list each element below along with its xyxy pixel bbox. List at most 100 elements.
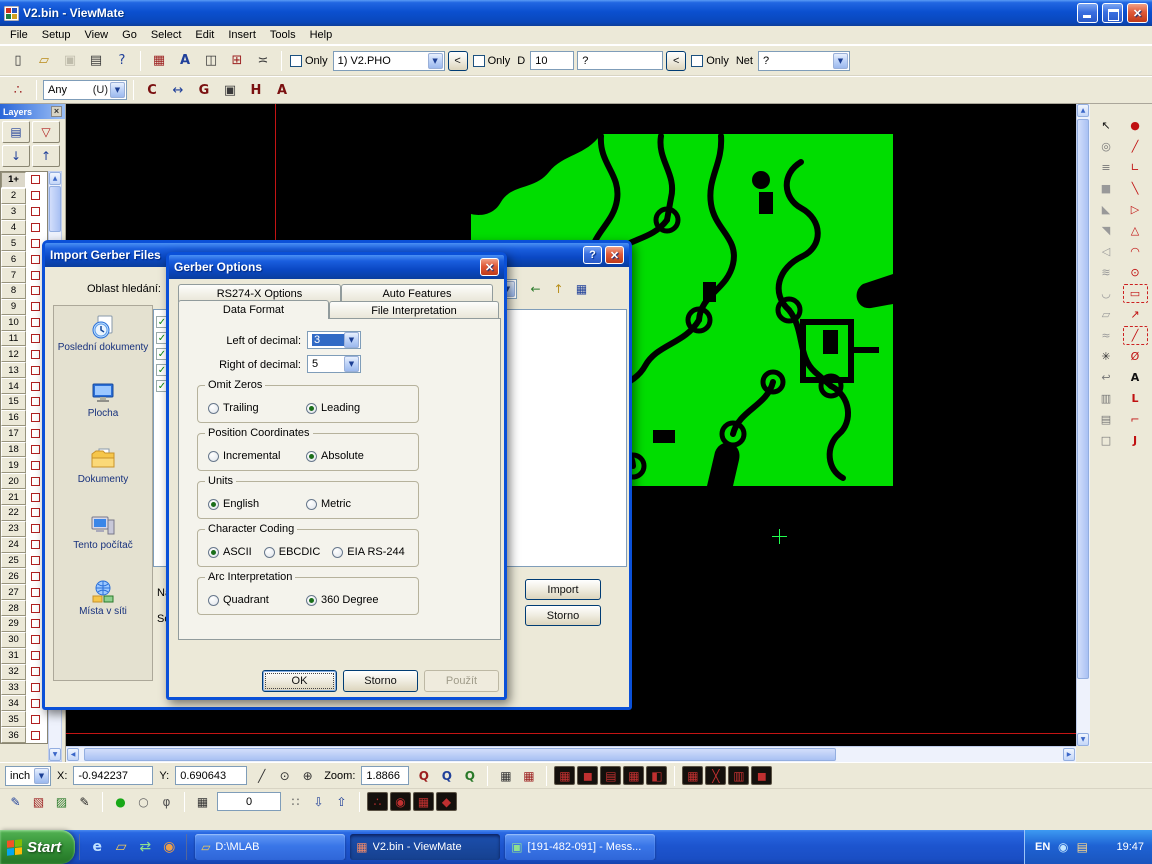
radio-trailing[interactable]: Trailing xyxy=(208,402,294,414)
radio-leading[interactable]: Leading xyxy=(306,402,392,414)
film-box-icon[interactable]: ⊞ xyxy=(225,50,249,72)
radio-english[interactable]: English xyxy=(208,498,294,510)
layer-color-swatch[interactable] xyxy=(31,429,40,438)
layer-row-5[interactable]: 5 xyxy=(1,235,47,251)
scroll-down-icon[interactable]: ▼ xyxy=(49,748,61,761)
menu-item-insert[interactable]: Insert xyxy=(221,27,263,43)
dcode-g-icon[interactable]: G xyxy=(192,79,216,101)
dcode-j-icon[interactable]: J xyxy=(1123,431,1148,450)
vertical-scroll-thumb[interactable] xyxy=(1077,119,1089,679)
pad-pattern-3-icon[interactable]: ▦ xyxy=(413,792,434,811)
radio-icon[interactable] xyxy=(306,499,317,510)
curve-icon[interactable]: ≈ xyxy=(1094,326,1119,345)
layer-row-4[interactable]: 4 xyxy=(1,220,47,236)
radio-360-degree[interactable]: 360 Degree xyxy=(306,594,392,606)
empty-box-icon[interactable]: □ xyxy=(1094,431,1119,450)
layer-color-swatch[interactable] xyxy=(31,572,40,581)
film-3-icon[interactable]: ▤ xyxy=(600,766,621,785)
layer-color-swatch[interactable] xyxy=(31,604,40,613)
layer-row-16[interactable]: 16 xyxy=(1,410,47,426)
flash-pad-icon[interactable]: ● xyxy=(1123,116,1148,135)
radio-ebcdic[interactable]: EBCDIC xyxy=(264,546,321,558)
view-menu-icon[interactable]: ▦ xyxy=(571,279,592,298)
radio-selected-icon[interactable] xyxy=(208,499,219,510)
layer-color-swatch[interactable] xyxy=(31,175,40,184)
layer-row-20[interactable]: 20 xyxy=(1,473,47,489)
draw-rectangle-icon[interactable]: ▭ xyxy=(1123,284,1148,303)
palette-icon[interactable]: ▨ xyxy=(51,792,72,811)
units-combo[interactable]: inch ▼ xyxy=(5,766,51,786)
stretch-icon[interactable]: ↔ xyxy=(166,79,190,101)
layer-row-10[interactable]: 10 xyxy=(1,315,47,331)
layer-color-swatch[interactable] xyxy=(31,207,40,216)
pad-pattern-1-icon[interactable]: ∴ xyxy=(367,792,388,811)
anchor-down-icon[interactable]: ⇩ xyxy=(308,792,329,811)
back-folder-icon[interactable]: ← xyxy=(525,279,546,298)
menu-item-go[interactable]: Go xyxy=(115,27,144,43)
layer-color-swatch[interactable] xyxy=(31,651,40,660)
layer-color-swatch[interactable] xyxy=(31,302,40,311)
neg-2-icon[interactable]: ╳ xyxy=(705,766,726,785)
help-pointer-icon[interactable]: ? xyxy=(110,50,134,72)
right-of-decimal-combo[interactable]: 5 ▼ xyxy=(307,355,361,373)
zoom-extents-icon[interactable]: Q xyxy=(459,766,480,785)
layer-row-32[interactable]: 32 xyxy=(1,664,47,680)
scroll-left-icon[interactable]: ◀ xyxy=(67,748,79,761)
gerber-cancel-button[interactable]: Storno xyxy=(343,670,418,692)
place-documents[interactable]: Dokumenty xyxy=(54,446,152,508)
select-cursor-icon[interactable]: ↖ xyxy=(1094,116,1119,135)
layer-color-swatch[interactable] xyxy=(31,556,40,565)
null-diameter-icon[interactable]: Ø xyxy=(1123,347,1148,366)
menu-item-select[interactable]: Select xyxy=(144,27,189,43)
layer-color-swatch[interactable] xyxy=(31,540,40,549)
previous-layer-button[interactable]: < xyxy=(448,51,468,71)
radio-icon[interactable] xyxy=(208,451,219,462)
dcode-input[interactable]: 10 xyxy=(530,51,574,70)
layer-row-13[interactable]: 13 xyxy=(1,362,47,378)
only-layer-toggle[interactable]: Only xyxy=(288,55,330,67)
radio-selected-icon[interactable] xyxy=(306,595,317,606)
dcode-filter-input[interactable]: ? xyxy=(577,51,663,70)
tab-file-interpretation[interactable]: File Interpretation xyxy=(329,301,499,319)
donut-pad-icon[interactable]: ◎ xyxy=(1094,137,1119,156)
layer-row-31[interactable]: 31 xyxy=(1,648,47,664)
only-dcode-checkbox[interactable] xyxy=(473,55,485,67)
layer-row-35[interactable]: 35 xyxy=(1,711,47,727)
mirror-icon[interactable]: ◁ xyxy=(1094,242,1119,261)
pad-box-icon[interactable]: ▣ xyxy=(218,79,242,101)
import-button[interactable]: Import xyxy=(525,579,601,600)
layer-row-17[interactable]: 17 xyxy=(1,426,47,442)
text-a-icon[interactable]: A xyxy=(1123,368,1148,387)
layer-color-swatch[interactable] xyxy=(31,461,40,470)
layer-row-33[interactable]: 33 xyxy=(1,680,47,696)
stack-icon[interactable]: ≡ xyxy=(1094,158,1119,177)
ready-light-icon[interactable]: ● xyxy=(110,792,131,811)
radio-eia-rs-244[interactable]: EIA RS-244 xyxy=(332,546,404,558)
previous-dcode-button[interactable]: < xyxy=(666,51,686,71)
zoom-window-icon[interactable]: Q xyxy=(436,766,457,785)
neg-4-icon[interactable]: ◼ xyxy=(751,766,772,785)
folder-quick-icon[interactable]: ▱ xyxy=(110,836,132,858)
minimize-button[interactable] xyxy=(1077,3,1098,23)
layer-filter-icon[interactable]: ▽ xyxy=(32,121,60,143)
radio-ascii[interactable]: ASCII xyxy=(208,546,252,558)
arc-segment-icon[interactable]: ◡ xyxy=(1094,284,1119,303)
layer-color-swatch[interactable] xyxy=(31,493,40,502)
layer-row-34[interactable]: 34 xyxy=(1,695,47,711)
neg-3-icon[interactable]: ▥ xyxy=(728,766,749,785)
layer-color-swatch[interactable] xyxy=(31,223,40,232)
scroll-up-icon[interactable]: ▲ xyxy=(1077,104,1089,117)
draw-pen-icon[interactable]: ✎ xyxy=(74,792,95,811)
layer-row-3[interactable]: 3 xyxy=(1,204,47,220)
layer-row-9[interactable]: 9 xyxy=(1,299,47,315)
gerber-close-button[interactable]: ✕ xyxy=(480,258,499,276)
start-button[interactable]: Start xyxy=(0,830,75,864)
dot-grid-icon[interactable]: ∷ xyxy=(285,792,306,811)
radio-icon[interactable] xyxy=(332,547,343,558)
origin-cross-icon[interactable]: ⊕ xyxy=(297,766,318,785)
layer-color-swatch[interactable] xyxy=(31,699,40,708)
radio-absolute[interactable]: Absolute xyxy=(306,450,392,462)
idle-light-icon[interactable]: ○ xyxy=(133,792,154,811)
settings-star-icon[interactable]: ✳ xyxy=(1094,347,1119,366)
layer-color-swatch[interactable] xyxy=(31,350,40,359)
